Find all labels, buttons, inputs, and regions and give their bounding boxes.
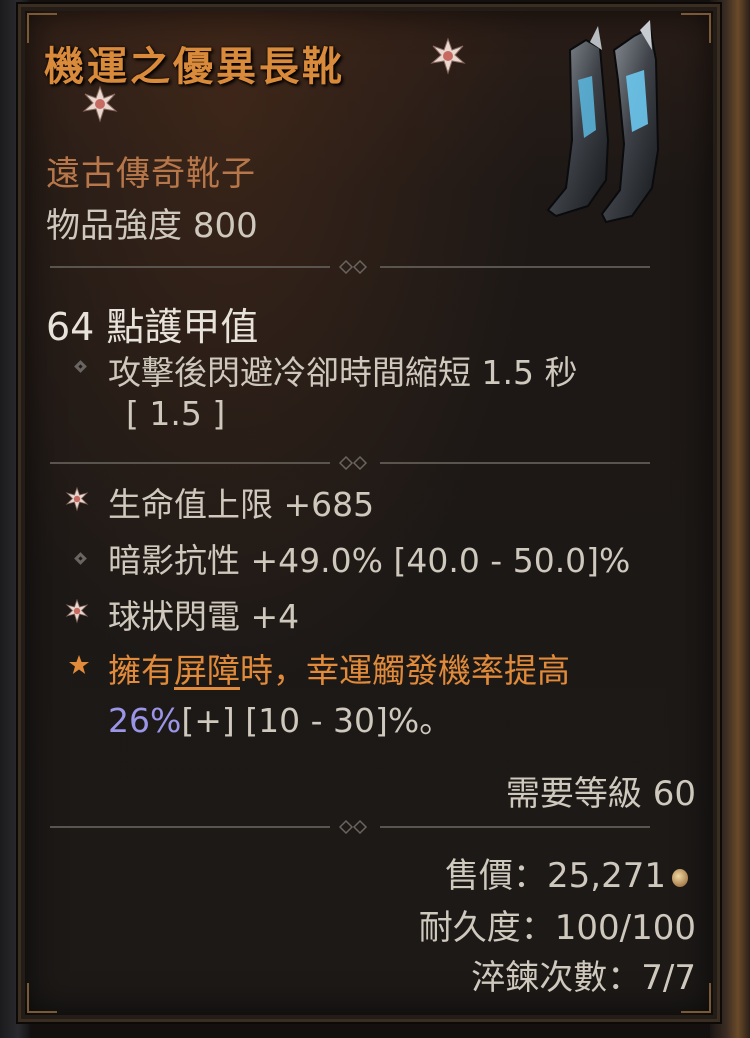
item-power-value: 800 bbox=[192, 206, 258, 246]
temper-count: 淬鍊次數：7/7 bbox=[471, 958, 696, 998]
aspect-value-line: 26%[+] [10 - 30]%。 bbox=[108, 694, 452, 742]
implicit-affix: 攻擊後閃避冷卻時間縮短 1.5 秒 bbox=[108, 353, 578, 392]
star-icon bbox=[69, 655, 89, 674]
divider bbox=[50, 820, 650, 834]
greater-affix-icon bbox=[65, 598, 89, 624]
item-type: 遠古傳奇靴子 bbox=[46, 154, 256, 194]
frame-corner bbox=[681, 13, 711, 43]
sell-price-row: 售價：25,271 bbox=[445, 848, 688, 897]
item-power-label: 物品強度 bbox=[46, 206, 182, 246]
aspect-text: 擁有 bbox=[108, 651, 174, 690]
affix-line: 生命值上限 +685 bbox=[108, 485, 375, 524]
affix-line: 暗影抗性 +49.0% [40.0 - 50.0]% bbox=[108, 541, 631, 580]
item-power: 物品強度 800 bbox=[46, 198, 258, 247]
aspect-range: [+] [10 - 30]%。 bbox=[181, 701, 453, 740]
required-level: 需要等級 60 bbox=[505, 774, 696, 814]
sell-price: 售價：25,271 bbox=[445, 856, 666, 896]
frame-corner bbox=[27, 983, 57, 1013]
divider bbox=[50, 456, 650, 470]
gold-coin-icon bbox=[672, 868, 688, 887]
affix-line: 球狀閃電 +4 bbox=[108, 597, 300, 636]
greater-affix-icon bbox=[65, 486, 89, 512]
aspect-value: 26% bbox=[108, 701, 182, 740]
implicit-affix-range: [ 1.5 ] bbox=[126, 394, 226, 433]
boots-icon bbox=[546, 20, 660, 224]
aspect-text: 時，幸運觸發機率提高 bbox=[240, 651, 570, 690]
aspect-line: 擁有屏障時，幸運觸發機率提高 bbox=[108, 644, 570, 692]
armor-value: 64 點護甲值 bbox=[46, 305, 259, 349]
greater-affix-icon bbox=[82, 85, 118, 123]
divider bbox=[50, 260, 650, 274]
durability: 耐久度：100/100 bbox=[418, 908, 696, 948]
barrier-keyword[interactable]: 屏障 bbox=[174, 651, 240, 690]
greater-affix-icon bbox=[430, 37, 466, 75]
